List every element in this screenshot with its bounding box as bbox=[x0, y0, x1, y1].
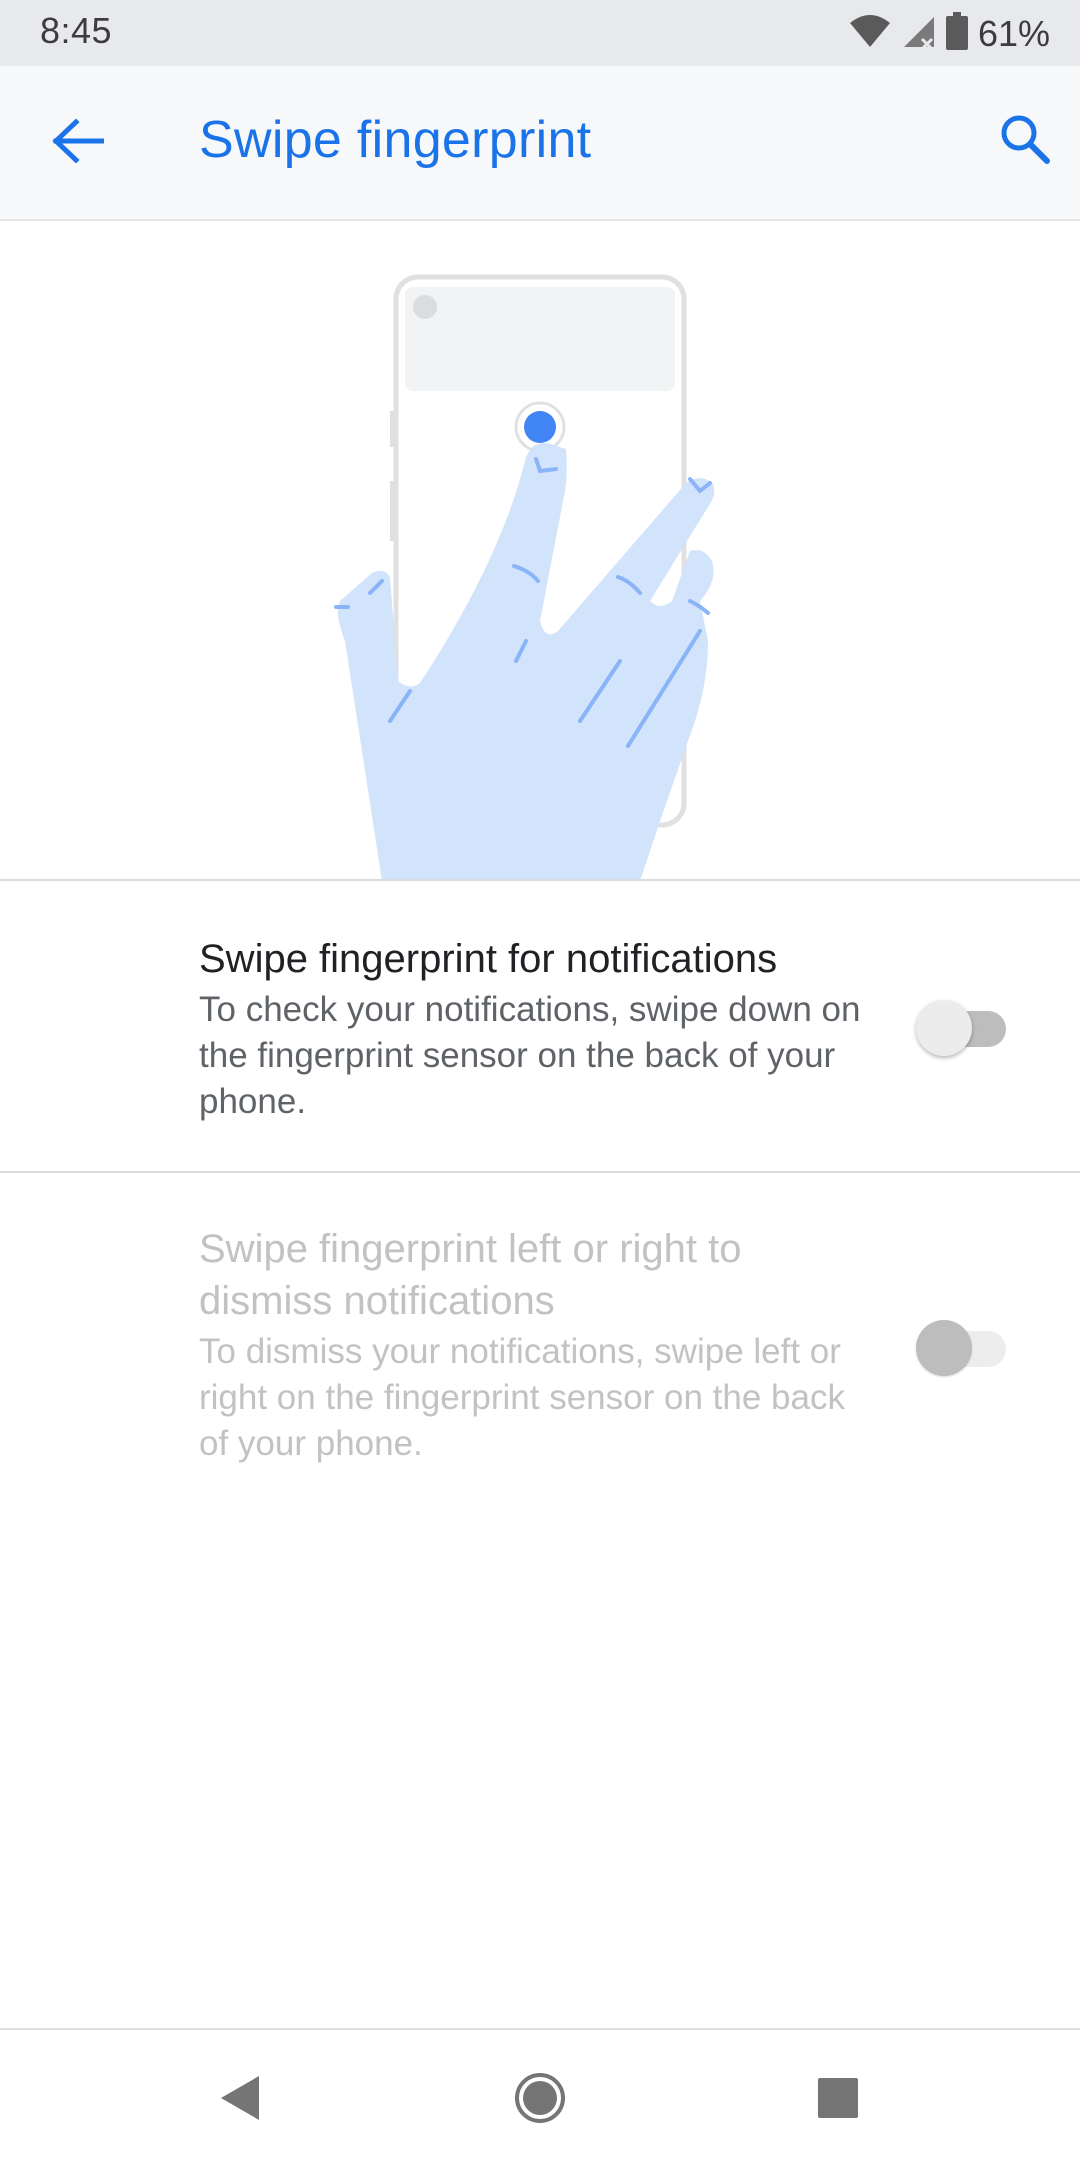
cell-signal-icon bbox=[902, 13, 936, 54]
pref-summary: To check your notifications, swipe down … bbox=[199, 990, 861, 1121]
pref-text: Swipe fingerprint left or right to dismi… bbox=[199, 1223, 879, 1467]
fingerprint-dot bbox=[524, 411, 556, 443]
page-title: Swipe fingerprint bbox=[199, 111, 592, 169]
pref-swipe-dismiss[interactable]: Swipe fingerprint left or right to dismi… bbox=[0, 1173, 1080, 1503]
toggle-thumb bbox=[916, 1320, 972, 1376]
back-triangle-icon bbox=[217, 2073, 263, 2128]
battery-percent: 61% bbox=[977, 12, 1050, 54]
status-time: 8:45 bbox=[40, 10, 113, 51]
arrow-back-icon bbox=[52, 117, 105, 168]
nav-recents-button[interactable] bbox=[798, 2060, 878, 2140]
swipe-dismiss-toggle[interactable] bbox=[916, 1317, 1006, 1376]
pref-title: Swipe fingerprint left or right to dismi… bbox=[199, 1227, 742, 1323]
pref-swipe-notifications[interactable]: Swipe fingerprint for notifications To c… bbox=[0, 881, 1080, 1171]
nav-back-button[interactable] bbox=[200, 2060, 280, 2140]
recents-square-icon bbox=[816, 2076, 860, 2125]
toggle-thumb bbox=[916, 1000, 972, 1056]
wifi-icon bbox=[848, 13, 892, 54]
pref-summary: To dismiss your notifications, swipe lef… bbox=[199, 1332, 845, 1463]
navigation-bar bbox=[0, 2028, 1080, 2162]
home-circle-icon bbox=[513, 2071, 567, 2130]
pref-text: Swipe fingerprint for notifications To c… bbox=[199, 933, 879, 1125]
battery-icon bbox=[945, 12, 968, 55]
status-icons: 61% bbox=[848, 12, 1050, 55]
status-bar: 8:45 61% bbox=[0, 0, 1080, 66]
illustration-svg bbox=[334, 274, 715, 881]
back-button[interactable] bbox=[38, 110, 118, 176]
search-icon bbox=[1000, 114, 1050, 169]
app-bar: Swipe fingerprint bbox=[0, 66, 1080, 221]
search-button[interactable] bbox=[990, 106, 1060, 176]
hand-holding-phone-illustration bbox=[0, 221, 1080, 881]
swipe-notifications-toggle[interactable] bbox=[916, 997, 1006, 1056]
nav-home-button[interactable] bbox=[500, 2060, 580, 2140]
pref-title: Swipe fingerprint for notifications bbox=[199, 937, 778, 981]
